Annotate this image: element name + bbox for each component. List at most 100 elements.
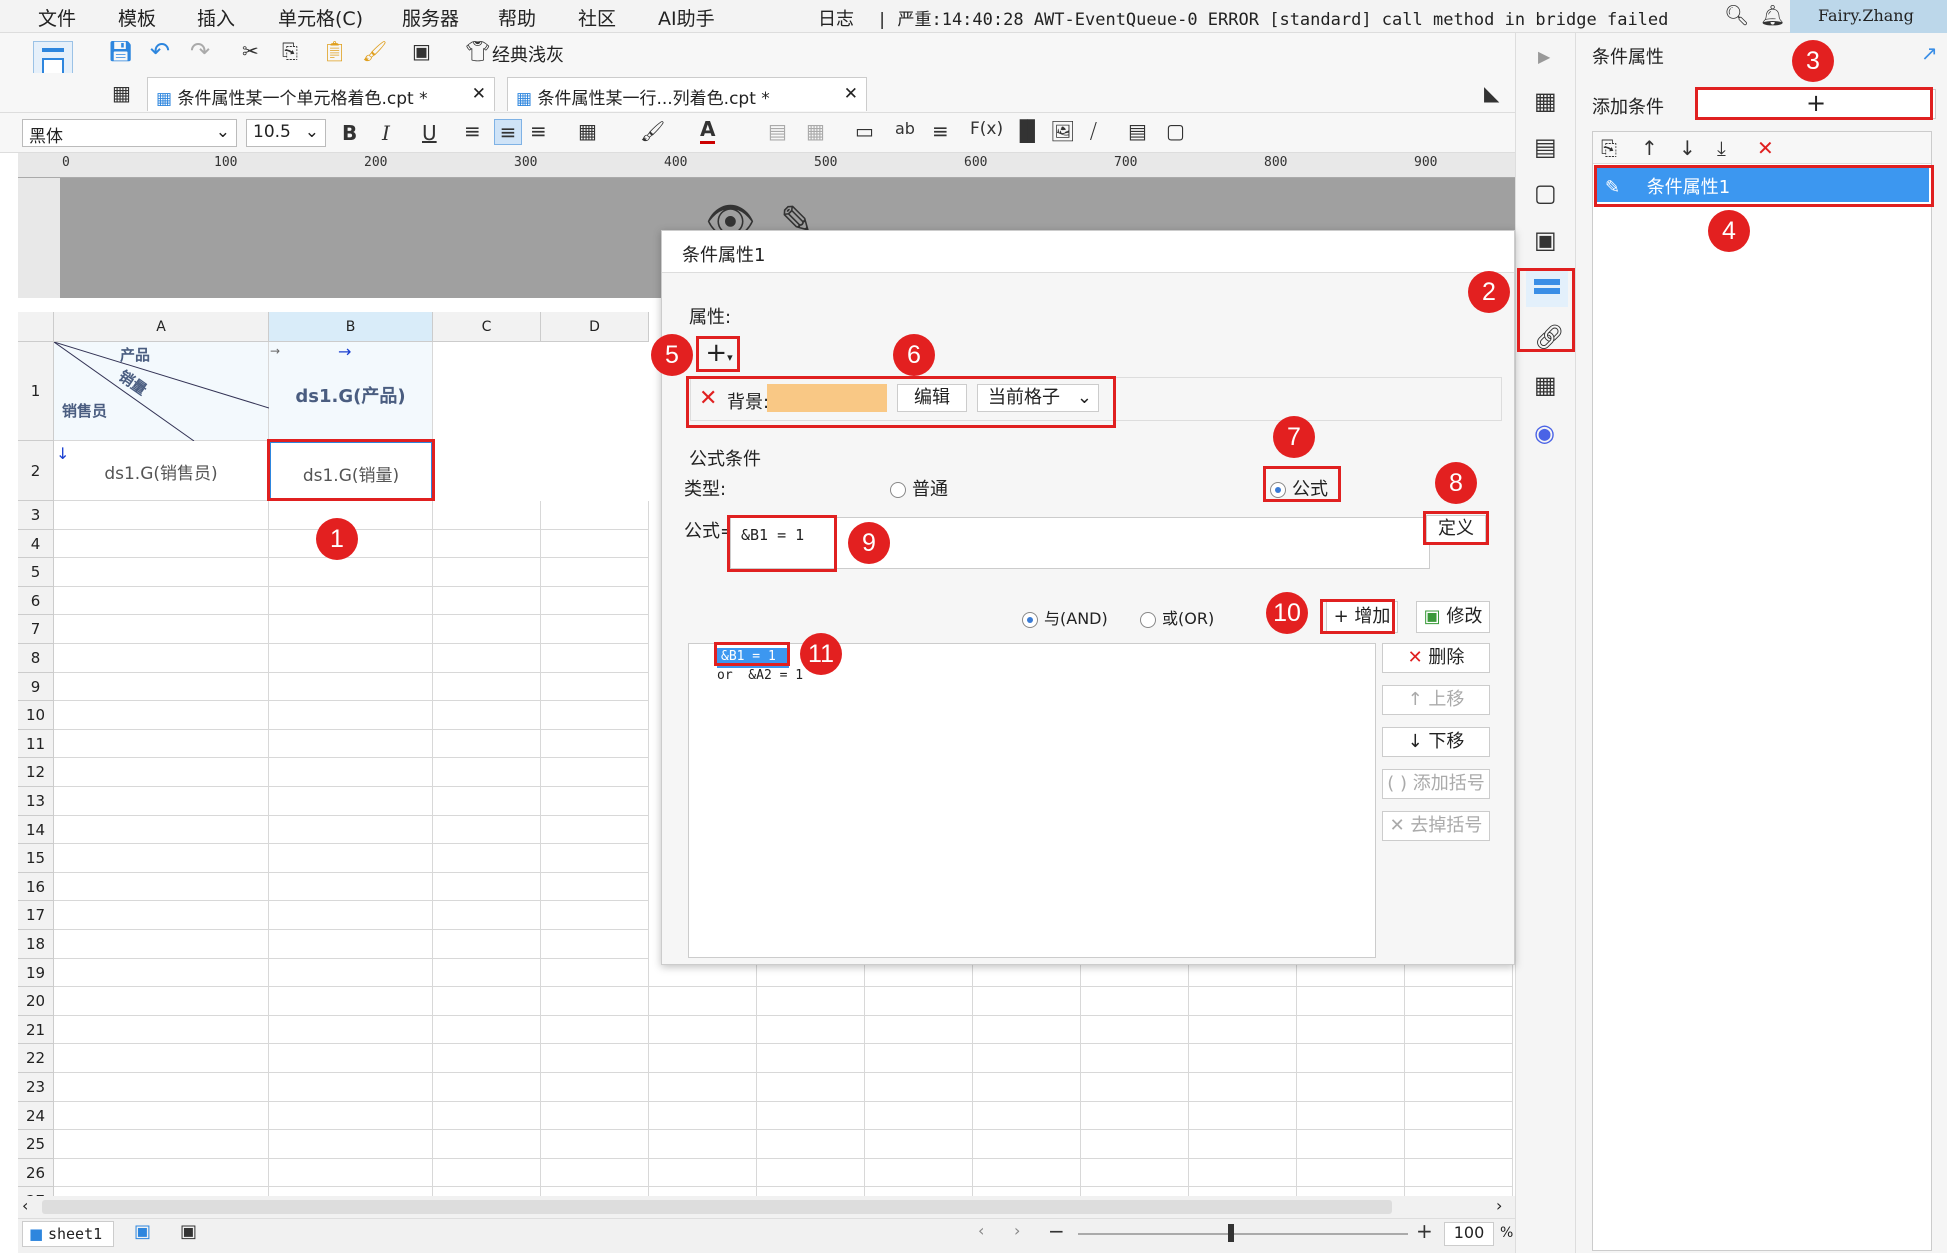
grid-cell[interactable] (757, 1073, 865, 1102)
grid-cell[interactable] (865, 987, 973, 1016)
row-header[interactable]: 10 (18, 701, 54, 730)
select-all-corner[interactable] (18, 312, 54, 342)
grid-icon[interactable]: ▦ (112, 81, 131, 105)
grid-cell[interactable] (269, 815, 433, 845)
grid-cell[interactable] (433, 1130, 541, 1159)
formula-icon[interactable]: F(x) (970, 119, 1003, 139)
row-header[interactable]: 12 (18, 758, 54, 787)
grid-cell[interactable] (973, 1101, 1081, 1131)
grid-cell[interactable] (433, 901, 541, 930)
tab-file-1[interactable]: ▦ 条件属性某一个单元格着色.cpt * ✕ (147, 77, 495, 111)
grid-cell[interactable] (54, 787, 269, 816)
grid-cell[interactable] (649, 987, 757, 1016)
scroll-left-icon[interactable]: ‹ (22, 1196, 28, 1215)
grid-cell[interactable] (54, 501, 269, 530)
grid-cell[interactable] (649, 1101, 757, 1131)
move-up-button[interactable]: ↑ 上移 (1382, 685, 1490, 715)
user-name[interactable]: Fairy.Zhang (1790, 0, 1947, 33)
grid-cell[interactable] (973, 1015, 1081, 1045)
grid-cell[interactable] (269, 844, 433, 873)
grid-cell[interactable] (541, 615, 649, 644)
zoom-out-icon[interactable]: − (1048, 1219, 1065, 1243)
border-icon[interactable]: ▦ (578, 119, 597, 143)
grid-cell[interactable] (1189, 1044, 1297, 1073)
align-center-icon[interactable]: ≡ (494, 119, 522, 145)
text-box-icon[interactable]: ▣ (412, 39, 431, 63)
zoom-slider[interactable] (1078, 1233, 1408, 1235)
grid-cell[interactable] (54, 815, 269, 845)
grid-cell[interactable] (269, 872, 433, 902)
grid-cell[interactable] (269, 586, 433, 616)
row-header[interactable]: 13 (18, 787, 54, 816)
paragraph-icon[interactable]: ≡ (932, 119, 949, 143)
row-header[interactable]: 16 (18, 872, 54, 902)
modify-button[interactable]: ▣ 修改 (1416, 601, 1490, 633)
column-header-a[interactable]: A (54, 312, 269, 342)
grid-cell[interactable] (54, 729, 269, 759)
grid-cell[interactable] (649, 1044, 757, 1073)
grid-cell[interactable] (1081, 1015, 1189, 1045)
paste-icon[interactable]: 📋︎ (322, 39, 347, 63)
bell-icon[interactable]: 🔔︎ (1760, 3, 1785, 27)
grid-cell[interactable] (1297, 987, 1405, 1016)
grid-cell[interactable] (54, 872, 269, 902)
cell-element-icon[interactable]: ▦ (1534, 87, 1557, 115)
theme-label[interactable]: 经典浅灰 (492, 41, 564, 67)
row-header[interactable]: 6 (18, 586, 54, 616)
undo-icon[interactable]: ↶ (150, 37, 170, 65)
remove-bracket-button[interactable]: ✕ 去掉括号 (1382, 811, 1490, 841)
sub-report-icon[interactable]: ▤ (1128, 119, 1147, 143)
grid-cell[interactable] (541, 1073, 649, 1102)
row-header[interactable]: 21 (18, 1015, 54, 1045)
copy-icon[interactable]: ⎘ (282, 39, 298, 63)
row-header[interactable]: 4 (18, 529, 54, 559)
grid-cell[interactable] (54, 758, 269, 787)
underline-icon[interactable]: U (422, 121, 437, 145)
move-bottom-icon[interactable]: ⤓ (1717, 136, 1726, 160)
column-header-c[interactable]: C (433, 312, 541, 342)
grid-cell[interactable] (541, 901, 649, 930)
expand-arrow-icon[interactable]: ↗ (1921, 41, 1938, 65)
grid-cell[interactable] (541, 758, 649, 787)
add-bracket-button[interactable]: ( ) 添加括号 (1382, 769, 1490, 799)
cell-a2[interactable]: ds1.G(销售员) (54, 441, 269, 501)
grid-cell[interactable] (269, 1073, 433, 1102)
grid-cell[interactable] (1405, 1101, 1513, 1131)
grid-cell[interactable] (1081, 1073, 1189, 1102)
grid-cell[interactable] (541, 529, 649, 559)
menu-file[interactable]: 文件 (38, 4, 76, 31)
grid-cell[interactable] (54, 672, 269, 702)
page-next-icon[interactable]: › (1014, 1221, 1020, 1240)
float-element-icon[interactable]: ▢ (1534, 179, 1557, 207)
or-radio[interactable]: 或(OR) (1140, 605, 1214, 629)
grid-cell[interactable] (649, 1015, 757, 1045)
grid-cell[interactable] (1081, 987, 1189, 1016)
ai-bot-icon[interactable]: ◉ (1534, 419, 1555, 447)
grid-cell[interactable] (541, 844, 649, 873)
grid-cell[interactable] (269, 901, 433, 930)
grid-cell[interactable] (1189, 1130, 1297, 1159)
redo-icon[interactable]: ↷ (190, 37, 210, 65)
text-icon[interactable]: ab (895, 119, 915, 138)
grid-cell[interactable] (865, 1015, 973, 1045)
grid-cell[interactable] (973, 1044, 1081, 1073)
grid-cell[interactable] (757, 1015, 865, 1045)
sheet-tab[interactable]: ■ sheet1 (22, 1221, 114, 1247)
cut-icon[interactable]: ✂ (242, 39, 259, 63)
grid-cell[interactable] (1081, 1130, 1189, 1159)
row-header[interactable]: 23 (18, 1073, 54, 1102)
grid-cell[interactable] (433, 958, 541, 988)
delete-button[interactable]: ✕ 删除 (1382, 643, 1490, 673)
grid-cell[interactable] (757, 1044, 865, 1073)
grid-cell[interactable] (433, 815, 541, 845)
row-header[interactable]: 3 (18, 501, 54, 530)
grid-cell[interactable] (54, 1101, 269, 1131)
zoom-input[interactable]: 100 (1444, 1222, 1494, 1246)
row-header[interactable]: 18 (18, 930, 54, 959)
grid-cell[interactable] (433, 729, 541, 759)
grid-cell[interactable] (541, 815, 649, 845)
grid-cell[interactable] (433, 930, 541, 959)
grid-cell[interactable] (269, 701, 433, 730)
grid-cell[interactable] (269, 930, 433, 959)
grid-cell[interactable] (1297, 1044, 1405, 1073)
